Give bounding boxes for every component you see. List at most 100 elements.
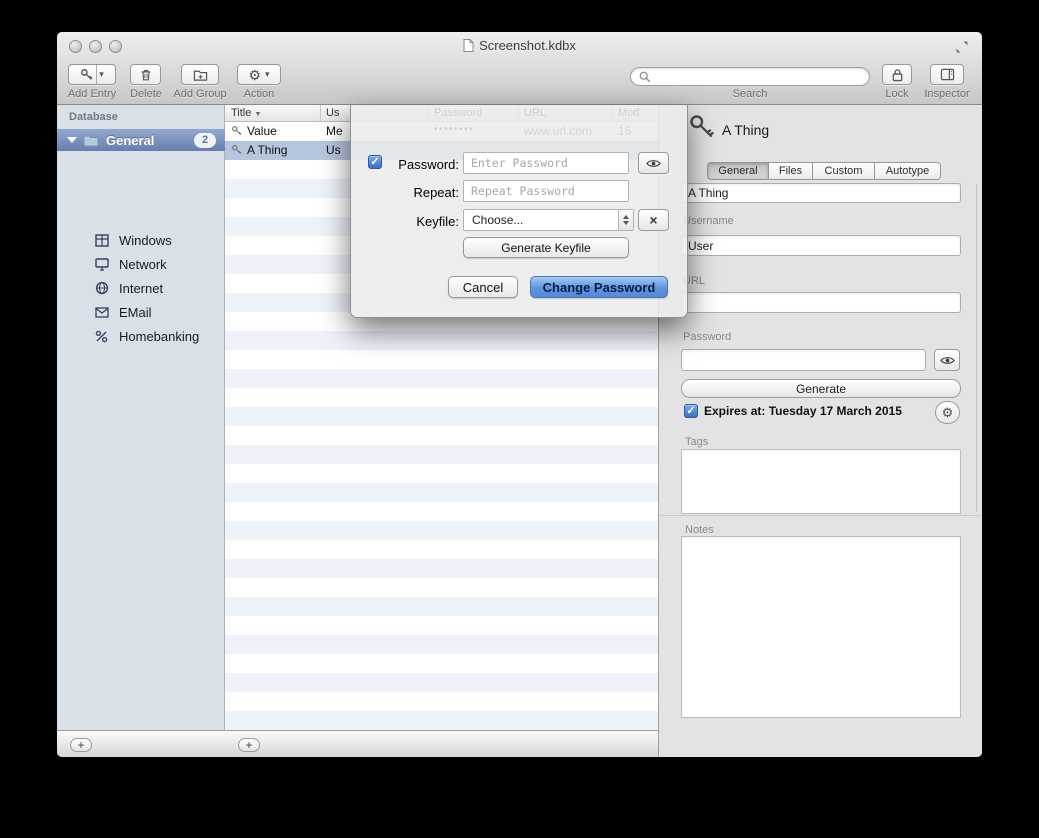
username-label: Username bbox=[683, 215, 734, 227]
generate-keyfile-button[interactable]: Generate Keyfile bbox=[463, 237, 629, 258]
change-password-dialog: ✓ Password: Repeat: Keyfile: Choose... ×… bbox=[350, 105, 688, 318]
close-icon: × bbox=[649, 212, 657, 228]
key-icon bbox=[80, 68, 94, 82]
sidebar-item-label: EMail bbox=[119, 305, 152, 320]
expires-label: Expires at: Tuesday 17 March 2015 bbox=[704, 404, 902, 418]
screen: Screenshot.kdbx ▾ Add Entry Delete bbox=[0, 0, 1039, 838]
add-entry-footer-button[interactable]: + bbox=[238, 738, 260, 752]
change-password-button[interactable]: Change Password bbox=[530, 276, 668, 298]
password-enabled-checkbox[interactable]: ✓ bbox=[368, 155, 382, 169]
url-field[interactable] bbox=[681, 292, 961, 313]
notes-label: Notes bbox=[685, 524, 714, 536]
reveal-password-button[interactable] bbox=[934, 349, 960, 371]
split-divider bbox=[96, 65, 97, 84]
document-icon bbox=[463, 39, 474, 52]
inspector-label: Inspector bbox=[917, 88, 977, 100]
keyfile-combobox[interactable]: Choose... bbox=[463, 209, 634, 231]
entry-key-icon bbox=[688, 113, 716, 146]
inspector-scrollbar[interactable] bbox=[976, 184, 977, 512]
sidebar-item-email[interactable]: EMail bbox=[57, 301, 225, 323]
dialog-keyfile-label: Keyfile: bbox=[381, 214, 459, 229]
folder-icon bbox=[83, 134, 99, 147]
search-icon bbox=[639, 71, 651, 83]
dialog-reveal-password-button[interactable] bbox=[638, 152, 669, 174]
title-field[interactable] bbox=[681, 183, 961, 203]
expires-checkbox[interactable]: ✓ bbox=[684, 404, 698, 418]
sidebar-section-header: Database bbox=[69, 111, 118, 123]
inspector-button[interactable] bbox=[930, 64, 964, 85]
tab-files[interactable]: Files bbox=[769, 162, 813, 180]
sidebar-item-internet[interactable]: Internet bbox=[57, 277, 225, 299]
add-group-label: Add Group bbox=[165, 88, 235, 100]
inspector-tabs: General Files Custom Autotype bbox=[707, 162, 941, 180]
chevron-down-icon[interactable]: ▾ bbox=[99, 70, 104, 79]
action-label: Action bbox=[229, 88, 289, 100]
action-button[interactable]: ⚙ ▾ bbox=[237, 64, 281, 85]
cell-title: A Thing bbox=[247, 143, 287, 157]
inspector-entry-title: A Thing bbox=[722, 122, 769, 138]
cell-username: Me bbox=[326, 124, 343, 138]
lock-button[interactable] bbox=[882, 64, 912, 85]
table-footer-bar: + bbox=[225, 730, 658, 757]
search-label: Search bbox=[720, 88, 780, 100]
lock-icon bbox=[891, 68, 904, 82]
column-header-username[interactable]: Us bbox=[326, 107, 339, 119]
group-sidebar: Database General 2 Windows Network bbox=[57, 105, 225, 730]
dialog-password-input[interactable] bbox=[463, 152, 629, 174]
folder-plus-icon bbox=[193, 68, 208, 82]
inspector-panel: A Thing General Files Custom Autotype Us… bbox=[658, 105, 982, 757]
sidebar-footer-bar: + bbox=[57, 730, 225, 757]
username-field[interactable] bbox=[681, 235, 961, 256]
inspector-panel-icon bbox=[940, 68, 955, 81]
tags-input[interactable] bbox=[681, 449, 961, 514]
tab-autotype[interactable]: Autotype bbox=[875, 162, 941, 180]
sidebar-item-windows[interactable]: Windows bbox=[57, 229, 225, 251]
expiry-options-button[interactable]: ⚙ bbox=[935, 401, 960, 424]
generate-password-button[interactable]: Generate bbox=[681, 379, 961, 398]
gear-icon: ⚙ bbox=[942, 406, 954, 419]
window-chrome: Screenshot.kdbx ▾ Add Entry Delete bbox=[57, 32, 982, 105]
sidebar-item-label: Network bbox=[119, 257, 167, 272]
keyfile-value: Choose... bbox=[472, 213, 523, 227]
search-input[interactable] bbox=[656, 70, 861, 84]
tab-custom[interactable]: Custom bbox=[813, 162, 875, 180]
keyfile-stepper[interactable] bbox=[618, 210, 633, 230]
add-entry-button[interactable]: ▾ bbox=[68, 64, 116, 85]
cancel-button[interactable]: Cancel bbox=[448, 276, 518, 298]
chevron-down-icon[interactable]: ▾ bbox=[265, 70, 270, 79]
column-divider[interactable] bbox=[320, 105, 321, 122]
eye-icon bbox=[646, 158, 661, 169]
trash-icon bbox=[139, 68, 153, 82]
sidebar-item-homebanking[interactable]: Homebanking bbox=[57, 325, 225, 347]
cell-username: Us bbox=[326, 143, 341, 157]
key-icon bbox=[231, 144, 243, 156]
add-group-footer-button[interactable]: + bbox=[70, 738, 92, 752]
sort-descending-icon: ▼ bbox=[254, 111, 261, 118]
disclosure-triangle-icon[interactable] bbox=[67, 137, 77, 143]
sidebar-item-label: Internet bbox=[119, 281, 163, 296]
app-window: Screenshot.kdbx ▾ Add Entry Delete bbox=[57, 32, 982, 757]
column-header-title[interactable]: Title ▼ bbox=[231, 107, 261, 119]
password-field[interactable] bbox=[681, 349, 926, 371]
sidebar-group-label: General bbox=[106, 133, 194, 148]
search-field[interactable] bbox=[630, 67, 870, 86]
sidebar-item-label: Homebanking bbox=[119, 329, 199, 344]
sidebar-item-label: Windows bbox=[119, 233, 172, 248]
add-group-button[interactable] bbox=[181, 64, 219, 85]
password-label: Password bbox=[683, 331, 731, 343]
fullscreen-icon[interactable] bbox=[955, 40, 969, 54]
dialog-repeat-label: Repeat: bbox=[381, 185, 459, 200]
eye-icon bbox=[940, 355, 955, 366]
dialog-password-label: Password: bbox=[381, 157, 459, 172]
section-divider bbox=[659, 515, 982, 516]
monitor-icon bbox=[95, 258, 111, 271]
delete-button[interactable] bbox=[130, 64, 161, 85]
envelope-icon bbox=[95, 307, 111, 318]
sidebar-item-network[interactable]: Network bbox=[57, 253, 225, 275]
dialog-repeat-input[interactable] bbox=[463, 180, 629, 202]
sidebar-group-general[interactable]: General 2 bbox=[57, 129, 225, 151]
notes-input[interactable] bbox=[681, 536, 961, 718]
clear-keyfile-button[interactable]: × bbox=[638, 209, 669, 231]
cell-title: Value bbox=[247, 124, 277, 138]
tab-general[interactable]: General bbox=[707, 162, 769, 180]
